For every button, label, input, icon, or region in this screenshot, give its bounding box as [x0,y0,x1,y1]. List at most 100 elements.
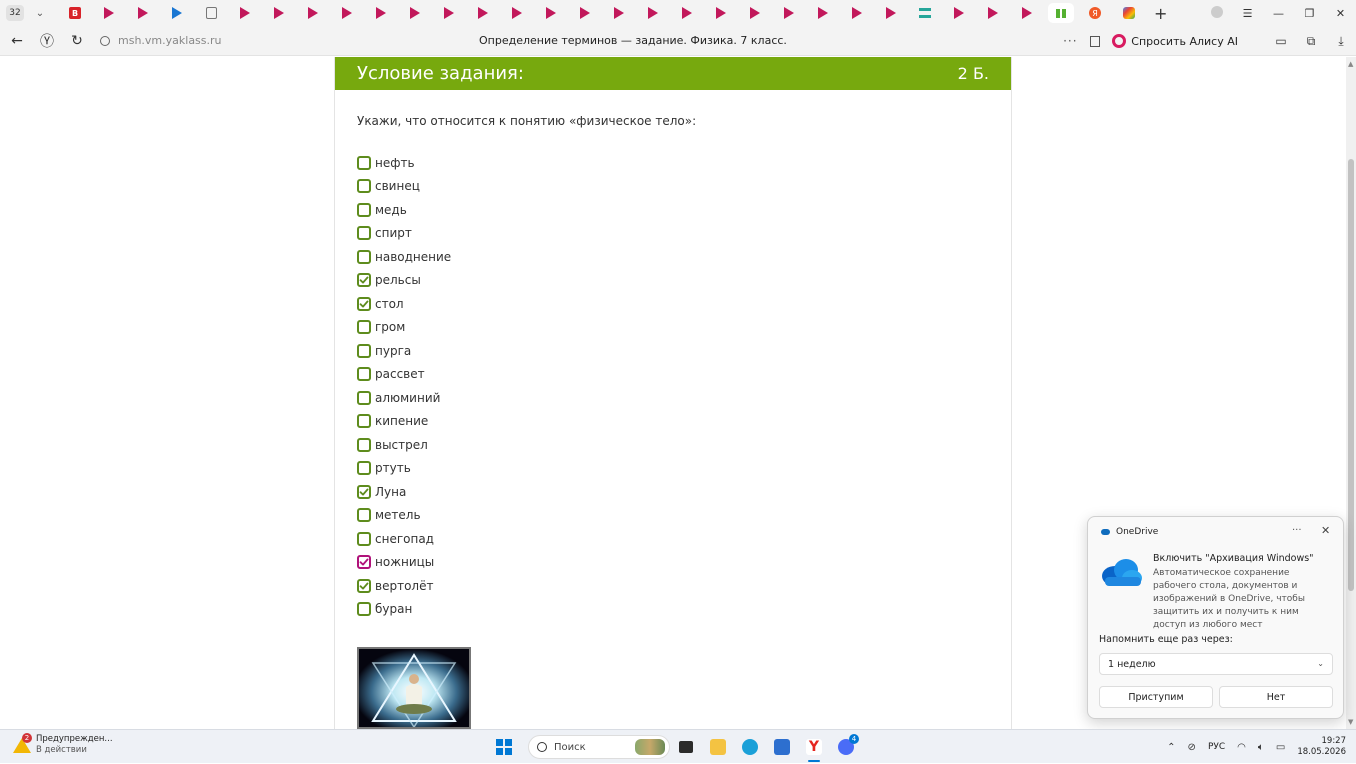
language-indicator[interactable]: РУС [1208,742,1225,752]
extensions-icon[interactable]: ⧉ [1296,34,1326,49]
ask-alice-button[interactable]: Спросить Алису AI [1108,30,1246,52]
tab[interactable] [398,0,432,26]
answer-checkbox[interactable] [357,578,371,593]
tab[interactable] [160,0,194,26]
messenger-icon[interactable]: 4 [830,734,862,760]
tab[interactable] [194,0,228,26]
answer-option[interactable]: рельсы [357,269,451,293]
tab[interactable] [670,0,704,26]
wifi-icon[interactable]: ◠ [1237,742,1246,753]
answer-option[interactable]: наводнение [357,245,451,269]
more-icon[interactable]: ··· [1058,34,1082,48]
answer-checkbox[interactable] [357,484,371,499]
answer-option[interactable]: спирт [357,222,451,246]
tab[interactable] [296,0,330,26]
tab[interactable] [772,0,806,26]
tab[interactable] [466,0,500,26]
answer-option[interactable]: метель [357,504,451,528]
tab[interactable] [908,0,942,26]
bookmark-icon[interactable] [1090,35,1101,47]
downloads-icon[interactable]: ⤓ [1326,34,1356,49]
close-window-button[interactable]: ✕ [1325,7,1356,20]
answer-checkbox[interactable] [357,273,371,288]
restore-button[interactable]: ❐ [1294,7,1325,20]
answer-checkbox[interactable] [357,320,371,335]
battery-icon[interactable]: ▭ [1276,742,1285,753]
tab[interactable] [500,0,534,26]
back-button[interactable]: ← [2,26,32,56]
tab[interactable] [92,0,126,26]
tab-count-badge[interactable]: 32 [6,5,24,21]
tab[interactable] [840,0,874,26]
tab[interactable]: Я [1078,0,1112,26]
tab[interactable] [568,0,602,26]
page-scrollbar[interactable]: ▲ ▼ [1346,57,1356,729]
reload-button[interactable]: ↻ [62,26,92,56]
answer-option[interactable]: свинец [357,175,451,199]
answer-option[interactable]: пурга [357,339,451,363]
store-icon[interactable] [766,734,798,760]
tab[interactable] [1112,0,1146,26]
tab[interactable] [738,0,772,26]
answer-checkbox[interactable] [357,343,371,358]
answer-option[interactable]: буран [357,598,451,622]
notification-close-icon[interactable]: ✕ [1321,524,1330,537]
answer-checkbox[interactable] [357,508,371,523]
tab[interactable] [704,0,738,26]
answer-option[interactable]: Луна [357,480,451,504]
warning-widget[interactable]: 2 Предупрежден... В действии [12,733,113,756]
answer-option[interactable]: вертолёт [357,574,451,598]
chevron-up-icon[interactable]: ⌃ [1167,742,1175,753]
menu-icon[interactable]: ☰ [1232,7,1263,20]
profile-button[interactable] [1201,5,1232,21]
network-off-icon[interactable]: ⊘ [1188,742,1196,753]
volume-icon[interactable]: 🔈︎ [1258,742,1264,753]
answer-checkbox[interactable] [357,226,371,241]
tab[interactable]: B [58,0,92,26]
clock[interactable]: 19:27 18.05.2026 [1297,736,1346,758]
answer-option[interactable]: стол [357,292,451,316]
answer-checkbox[interactable] [357,367,371,382]
answer-option[interactable]: рассвет [357,363,451,387]
scroll-up-icon[interactable]: ▲ [1348,60,1353,68]
tab[interactable] [602,0,636,26]
new-tab-button[interactable]: + [1154,4,1167,23]
answer-checkbox[interactable] [357,179,371,194]
chevron-down-icon[interactable]: ⌄ [32,5,48,21]
answer-option[interactable]: нефть [357,151,451,175]
answer-checkbox[interactable] [357,414,371,429]
notification-more-icon[interactable]: ··· [1292,525,1302,536]
tab[interactable] [636,0,670,26]
answer-checkbox[interactable] [357,390,371,405]
windows-start-icon[interactable] [496,739,512,755]
yandex-home-button[interactable]: Ⓨ [32,26,62,56]
answer-checkbox[interactable] [357,249,371,264]
tab-active[interactable] [1044,0,1078,26]
accept-button[interactable]: Приступим [1099,686,1213,708]
answer-option[interactable]: гром [357,316,451,340]
tab[interactable] [806,0,840,26]
answer-option[interactable]: снегопад [357,527,451,551]
battery-saver-icon[interactable]: ▭ [1266,34,1296,48]
answer-checkbox[interactable] [357,437,371,452]
tab[interactable] [126,0,160,26]
answer-checkbox[interactable] [357,531,371,546]
decline-button[interactable]: Нет [1219,686,1333,708]
answer-option[interactable]: ножницы [357,551,451,575]
answer-option[interactable]: медь [357,198,451,222]
answer-checkbox[interactable] [357,155,371,170]
answer-option[interactable]: выстрел [357,433,451,457]
remind-select[interactable]: 1 неделю ⌄ [1099,653,1333,675]
tab[interactable] [534,0,568,26]
tab[interactable] [874,0,908,26]
tab[interactable] [976,0,1010,26]
answer-checkbox[interactable] [357,555,371,570]
tab[interactable] [262,0,296,26]
task-view-icon[interactable] [670,734,702,760]
answer-option[interactable]: ртуть [357,457,451,481]
tab[interactable] [432,0,466,26]
tab[interactable] [228,0,262,26]
taskbar-search[interactable]: Поиск [528,735,670,759]
yandex-browser-icon[interactable]: Y [798,734,830,762]
answer-option[interactable]: кипение [357,410,451,434]
